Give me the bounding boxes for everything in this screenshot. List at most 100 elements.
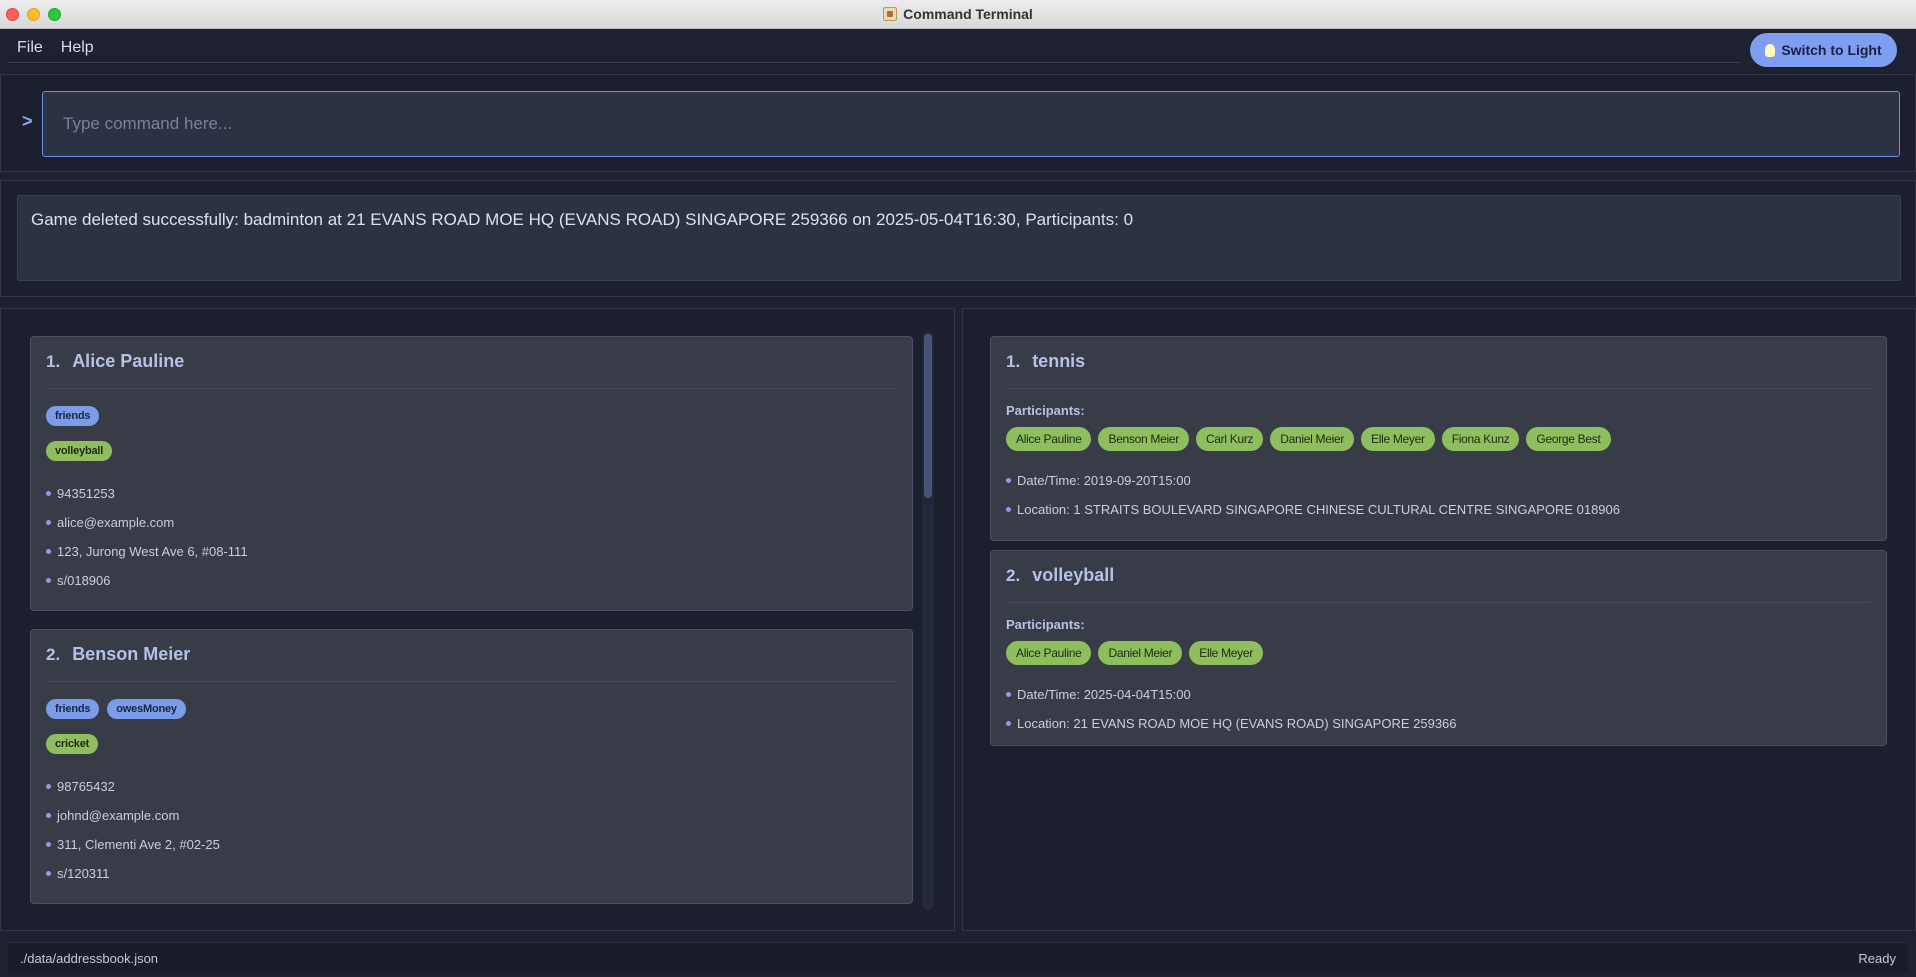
address: 311, Clementi Ave 2, #02-25 [57, 837, 220, 852]
bullet-icon [1006, 507, 1011, 512]
tag: friends [46, 406, 100, 426]
datetime-row: Date/Time: 2025-04-04T15:00 [991, 680, 1886, 709]
participant-pill: Benson Meier [1098, 427, 1189, 451]
window-controls [6, 8, 61, 21]
bullet-icon [46, 549, 51, 554]
game-index: 1. [1006, 352, 1021, 371]
postal-row: s/018906 [31, 566, 912, 595]
switch-theme-label: Switch to Light [1781, 42, 1882, 58]
maximize-window-button[interactable] [48, 8, 61, 21]
command-input[interactable] [42, 91, 1900, 157]
game-datetime: Date/Time: 2025-04-04T15:00 [1017, 687, 1191, 702]
person-card[interactable]: 2. Benson Meier friends owesMoney cricke… [30, 629, 913, 904]
bullet-icon [1006, 721, 1011, 726]
sport-tag: cricket [46, 734, 99, 754]
window-title: Command Terminal [903, 6, 1033, 22]
tag-row: friends owesMoney [31, 699, 912, 719]
participant-pill: Alice Pauline [1006, 641, 1092, 665]
email-row: johnd@example.com [31, 801, 912, 830]
bullet-icon [1006, 478, 1011, 483]
sport-row: volleyball [31, 441, 912, 461]
postal: s/018906 [57, 573, 111, 588]
participant-pill: Daniel Meier [1098, 641, 1183, 665]
location-row: Location: 21 EVANS ROAD MOE HQ (EVANS RO… [991, 709, 1886, 738]
bullet-icon [1006, 692, 1011, 697]
phone-row: 98765432 [31, 772, 912, 801]
game-index: 2. [1006, 566, 1021, 585]
participant-pill: Carl Kurz [1195, 427, 1264, 451]
bullet-icon [46, 520, 51, 525]
close-window-button[interactable] [6, 8, 19, 21]
result-panel: Game deleted successfully: badminton at … [0, 180, 1916, 297]
email: johnd@example.com [57, 808, 180, 823]
phone: 98765432 [57, 779, 115, 794]
bullet-icon [46, 578, 51, 583]
game-sport: tennis [1032, 351, 1086, 371]
bullet-icon [46, 842, 51, 847]
participants-label: Participants: [1006, 403, 1085, 418]
game-card-header: 1. tennis [1006, 337, 1871, 389]
minimize-window-button[interactable] [27, 8, 40, 21]
bullet-icon [46, 813, 51, 818]
game-datetime: Date/Time: 2019-09-20T15:00 [1017, 473, 1191, 488]
participants-label: Participants: [1006, 617, 1085, 632]
game-location: Location: 21 EVANS ROAD MOE HQ (EVANS RO… [1017, 716, 1457, 731]
tag-row: friends [31, 406, 912, 426]
address-row: 311, Clementi Ave 2, #02-25 [31, 830, 912, 859]
tag: friends [46, 699, 100, 719]
datetime-row: Date/Time: 2019-09-20T15:00 [991, 466, 1886, 495]
person-name: Benson Meier [72, 644, 191, 664]
sport-tag: volleyball [46, 441, 113, 461]
email-row: alice@example.com [31, 508, 912, 537]
game-card-header: 2. volleyball [1006, 551, 1871, 603]
sport-row: cricket [31, 734, 912, 754]
bullet-icon [46, 871, 51, 876]
participant-pill: Daniel Meier [1270, 427, 1355, 451]
status-bar: ./data/addressbook.json Ready [8, 942, 1908, 973]
participant-row: Alice Pauline Daniel Meier Elle Meyer [991, 641, 1886, 665]
game-list-panel: 1. tennis Participants: Alice Pauline Be… [962, 308, 1916, 931]
person-card[interactable]: 1. Alice Pauline friends volleyball 9435… [30, 336, 913, 611]
game-card[interactable]: 1. tennis Participants: Alice Pauline Be… [990, 336, 1887, 541]
person-card-header: 1. Alice Pauline [46, 337, 897, 389]
person-index: 2. [46, 645, 61, 664]
participant-pill: Elle Meyer [1361, 427, 1435, 451]
participant-pill: Alice Pauline [1006, 427, 1092, 451]
title-bar: Command Terminal [0, 0, 1916, 29]
location-row: Location: 1 STRAITS BOULEVARD SINGAPORE … [991, 495, 1886, 524]
menu-bar: File Help [8, 33, 1740, 63]
participant-pill: Fiona Kunz [1441, 427, 1520, 451]
participant-pill: George Best [1526, 427, 1611, 451]
address-row: 123, Jurong West Ave 6, #08-111 [31, 537, 912, 566]
postal-row: s/120311 [31, 859, 912, 888]
person-card-header: 2. Benson Meier [46, 630, 897, 682]
bullet-icon [46, 491, 51, 496]
game-card[interactable]: 2. volleyball Participants: Alice Paulin… [990, 550, 1887, 746]
person-list-scroll-thumb[interactable] [924, 334, 932, 498]
status-file-path: ./data/addressbook.json [20, 950, 159, 966]
address: 123, Jurong West Ave 6, #08-111 [57, 544, 248, 559]
person-name: Alice Pauline [72, 351, 185, 371]
participant-row: Alice Pauline Benson Meier Carl Kurz Dan… [991, 427, 1886, 451]
menu-help[interactable]: Help [52, 33, 103, 63]
window-title-wrap: Command Terminal [883, 6, 1033, 22]
tag: owesMoney [107, 699, 186, 719]
command-panel: > [0, 74, 1916, 172]
game-location: Location: 1 STRAITS BOULEVARD SINGAPORE … [1017, 502, 1621, 517]
lightbulb-icon [1765, 43, 1776, 57]
postal: s/120311 [57, 866, 110, 881]
phone: 94351253 [57, 486, 115, 501]
status-state: Ready [1858, 950, 1896, 966]
bullet-icon [46, 784, 51, 789]
phone-row: 94351253 [31, 479, 912, 508]
email: alice@example.com [57, 515, 175, 530]
command-prompt: > [22, 111, 33, 131]
menu-file[interactable]: File [8, 33, 52, 63]
game-sport: volleyball [1032, 565, 1115, 585]
participant-pill: Elle Meyer [1189, 641, 1263, 665]
switch-theme-button[interactable]: Switch to Light [1750, 33, 1897, 67]
app-icon [883, 7, 898, 21]
result-display[interactable]: Game deleted successfully: badminton at … [17, 195, 1901, 281]
person-list-panel: 1. Alice Pauline friends volleyball 9435… [0, 308, 955, 931]
person-index: 1. [46, 352, 61, 371]
